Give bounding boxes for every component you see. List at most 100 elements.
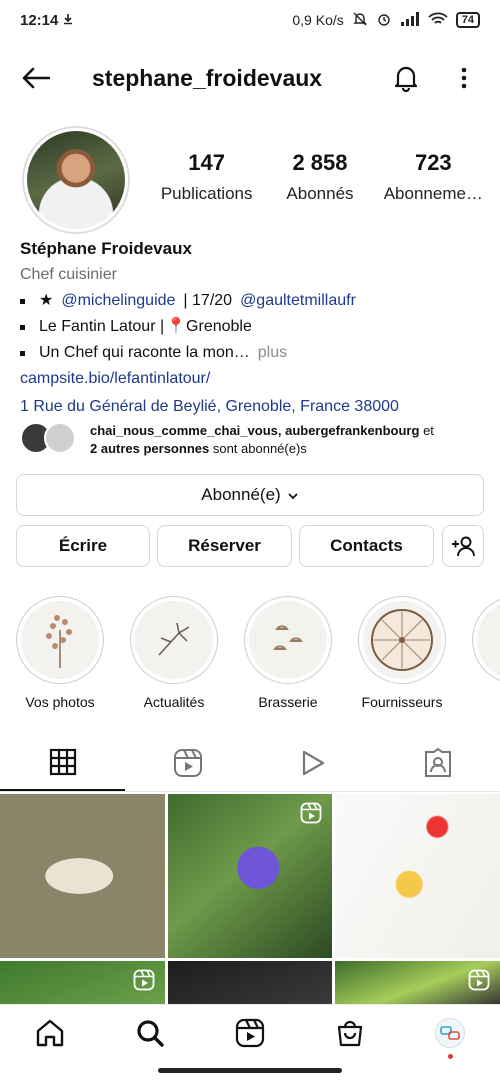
mute-icon bbox=[352, 11, 368, 30]
profile-bio: Stéphane Froidevaux Chef cuisinier ★ @mi… bbox=[20, 236, 490, 420]
nav-shop[interactable] bbox=[330, 1013, 370, 1053]
highlight-label: Fournisseurs bbox=[361, 694, 443, 710]
profile-header: stephane_froidevaux bbox=[0, 52, 500, 104]
post-thumbnail[interactable] bbox=[167, 794, 333, 958]
grid-icon bbox=[49, 748, 76, 775]
follower-names: chai_nous_comme_chai_vous, aubergefranke… bbox=[90, 423, 420, 438]
highlight-cover bbox=[21, 601, 99, 679]
highlight-label: Vos photos bbox=[25, 694, 95, 710]
signal-icon bbox=[400, 11, 420, 29]
notification-dot bbox=[447, 1053, 453, 1059]
tagged-icon bbox=[424, 747, 451, 777]
highlight-cover bbox=[249, 601, 327, 679]
profile-stats: 147 Publications 2 858 Abonnés 723 Abonn… bbox=[150, 150, 490, 204]
avatar bbox=[435, 1017, 465, 1048]
post-grid bbox=[0, 794, 500, 1004]
clock: 12:14 bbox=[20, 11, 59, 29]
mention-michelinguide[interactable]: @michelinguide bbox=[61, 288, 175, 314]
tab-tagged[interactable] bbox=[375, 734, 500, 791]
bullet-icon bbox=[20, 350, 25, 356]
home-indicator[interactable] bbox=[158, 1068, 342, 1073]
star-glyph: ★ bbox=[39, 292, 54, 309]
following-button[interactable]: Abonné(e) bbox=[16, 474, 484, 516]
highlight-cover bbox=[135, 601, 213, 679]
highlight-ja[interactable]: Ja bbox=[472, 596, 500, 716]
followed-by-text: et bbox=[423, 423, 434, 438]
tab-reels[interactable] bbox=[125, 734, 250, 791]
others-count: 2 autres personnes bbox=[90, 441, 210, 456]
pin-icon: 📍 bbox=[166, 318, 187, 335]
add-user-button[interactable] bbox=[442, 525, 484, 567]
nav-home[interactable] bbox=[30, 1013, 70, 1053]
highlight-fournisseurs[interactable]: Fournisseurs bbox=[358, 596, 446, 716]
post-thumbnail[interactable] bbox=[167, 961, 333, 1004]
username-title: stephane_froidevaux bbox=[92, 64, 323, 91]
search-icon bbox=[137, 1019, 164, 1047]
reel-badge-icon bbox=[300, 802, 322, 824]
bio-line-2: Le Fantin Latour | 📍 Grenoble bbox=[20, 314, 490, 340]
reel-badge-icon bbox=[468, 969, 490, 991]
post-thumbnail[interactable] bbox=[335, 794, 500, 958]
nav-reels[interactable] bbox=[230, 1013, 270, 1053]
highlight-brasserie[interactable]: Brasserie bbox=[244, 596, 332, 716]
bio-city: Grenoble bbox=[186, 318, 252, 335]
back-arrow-icon[interactable] bbox=[20, 62, 52, 94]
highlight-vos-photos[interactable]: Vos photos bbox=[16, 596, 104, 716]
bio-line-1: ★ @michelinguide | 17/20 @gaultetmillauf… bbox=[20, 288, 490, 314]
avatar[interactable] bbox=[22, 126, 130, 234]
more-options-icon[interactable] bbox=[448, 62, 480, 94]
highlight-actualites[interactable]: Actualités bbox=[130, 596, 218, 716]
story-highlights: Vos photos Actualités Brasserie Fourniss… bbox=[16, 596, 500, 716]
contacts-button[interactable]: Contacts bbox=[299, 525, 434, 567]
address-link[interactable]: 1 Rue du Général de Beylié, Grenoble, Fr… bbox=[20, 394, 490, 420]
more-link[interactable]: plus bbox=[258, 340, 287, 366]
network-speed: 0,9 Ko/s bbox=[292, 12, 344, 28]
following-label: Abonné(e) bbox=[201, 485, 281, 504]
stat-following[interactable]: 723 Abonneme… bbox=[377, 150, 490, 204]
highlight-cover bbox=[477, 601, 500, 679]
stat-posts[interactable]: 147 Publications bbox=[150, 150, 263, 204]
bio-text: | 17/20 bbox=[183, 292, 233, 309]
highlight-cover bbox=[363, 601, 441, 679]
bullet-icon bbox=[20, 324, 25, 330]
nav-profile[interactable] bbox=[430, 1013, 470, 1059]
reels-icon bbox=[173, 748, 202, 777]
bio-line-3: Un Chef qui raconte la mon… plus bbox=[20, 340, 490, 366]
followed-by-suffix: sont abonné(e)s bbox=[212, 441, 307, 456]
book-button[interactable]: Réserver bbox=[157, 525, 292, 567]
website-link[interactable]: campsite.bio/lefantinlatour/ bbox=[20, 366, 490, 392]
stat-followers[interactable]: 2 858 Abonnés bbox=[263, 150, 376, 204]
display-name: Stéphane Froidevaux bbox=[20, 239, 192, 258]
follower-avatars bbox=[20, 422, 80, 454]
bio-text: Le Fantin Latour | bbox=[39, 318, 165, 335]
nav-search[interactable] bbox=[130, 1013, 170, 1053]
bio-text: Un Chef qui raconte la mon… bbox=[39, 344, 250, 361]
highlight-label: Actualités bbox=[143, 694, 205, 710]
tab-videos[interactable] bbox=[250, 734, 375, 791]
profile-tabs bbox=[0, 734, 500, 792]
post-thumbnail[interactable] bbox=[335, 961, 500, 1004]
mention-gaultetmillaufr[interactable]: @gaultetmillaufr bbox=[240, 288, 356, 314]
post-thumbnail[interactable] bbox=[0, 794, 165, 958]
followed-by[interactable]: chai_nous_comme_chai_vous, aubergefranke… bbox=[20, 422, 490, 458]
stat-value: 2 858 bbox=[292, 150, 348, 175]
profile-logo-icon bbox=[440, 1025, 460, 1040]
tab-grid[interactable] bbox=[0, 734, 125, 791]
stat-label: Abonneme… bbox=[383, 184, 483, 203]
post-thumbnail[interactable] bbox=[0, 961, 165, 1004]
download-icon bbox=[62, 12, 74, 29]
alarm-icon bbox=[376, 11, 392, 30]
highlight-label: Ja bbox=[472, 694, 500, 710]
bell-icon[interactable] bbox=[390, 62, 422, 94]
bullet-icon bbox=[20, 298, 25, 304]
reel-badge-icon bbox=[133, 969, 155, 991]
avatar-image bbox=[27, 131, 125, 229]
message-button[interactable]: Écrire bbox=[16, 525, 150, 567]
status-bar: 12:14 0,9 Ko/s 74 bbox=[0, 0, 500, 40]
reels-icon bbox=[235, 1018, 265, 1047]
battery-icon: 74 bbox=[455, 12, 480, 28]
bottom-nav bbox=[0, 1004, 500, 1060]
category: Chef cuisinier bbox=[20, 266, 117, 283]
wifi-icon bbox=[428, 12, 448, 29]
shop-icon bbox=[337, 1020, 363, 1046]
